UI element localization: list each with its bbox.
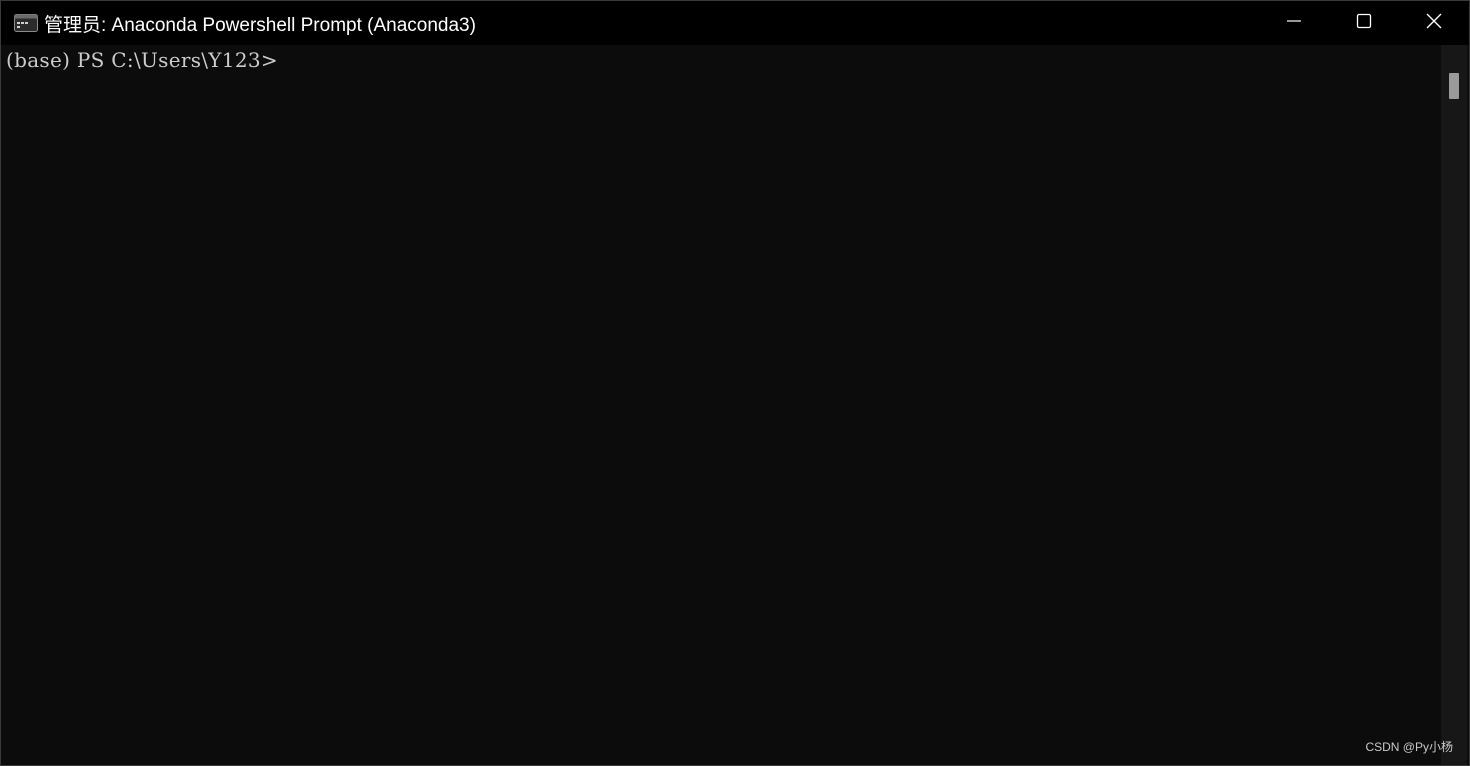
close-icon [1426, 13, 1442, 34]
window-controls [1259, 1, 1469, 45]
vertical-scrollbar[interactable] [1441, 45, 1467, 765]
scroll-thumb[interactable] [1449, 73, 1459, 99]
terminal-app-icon [14, 14, 38, 32]
maximize-icon [1356, 13, 1372, 34]
window-title: 管理员: Anaconda Powershell Prompt (Anacond… [44, 14, 476, 36]
powershell-window: 管理员: Anaconda Powershell Prompt (Anacond… [0, 0, 1470, 766]
title-bar[interactable]: 管理员: Anaconda Powershell Prompt (Anacond… [1, 1, 1469, 45]
watermark: CSDN @Py小杨 [1365, 740, 1453, 754]
console-area[interactable]: (base) PS C:\Users\Y123> [1, 45, 1441, 765]
minimize-button[interactable] [1259, 1, 1329, 45]
minimize-icon [1286, 13, 1302, 34]
close-button[interactable] [1399, 1, 1469, 45]
prompt-line: (base) PS C:\Users\Y123> [6, 48, 278, 72]
maximize-button[interactable] [1329, 1, 1399, 45]
